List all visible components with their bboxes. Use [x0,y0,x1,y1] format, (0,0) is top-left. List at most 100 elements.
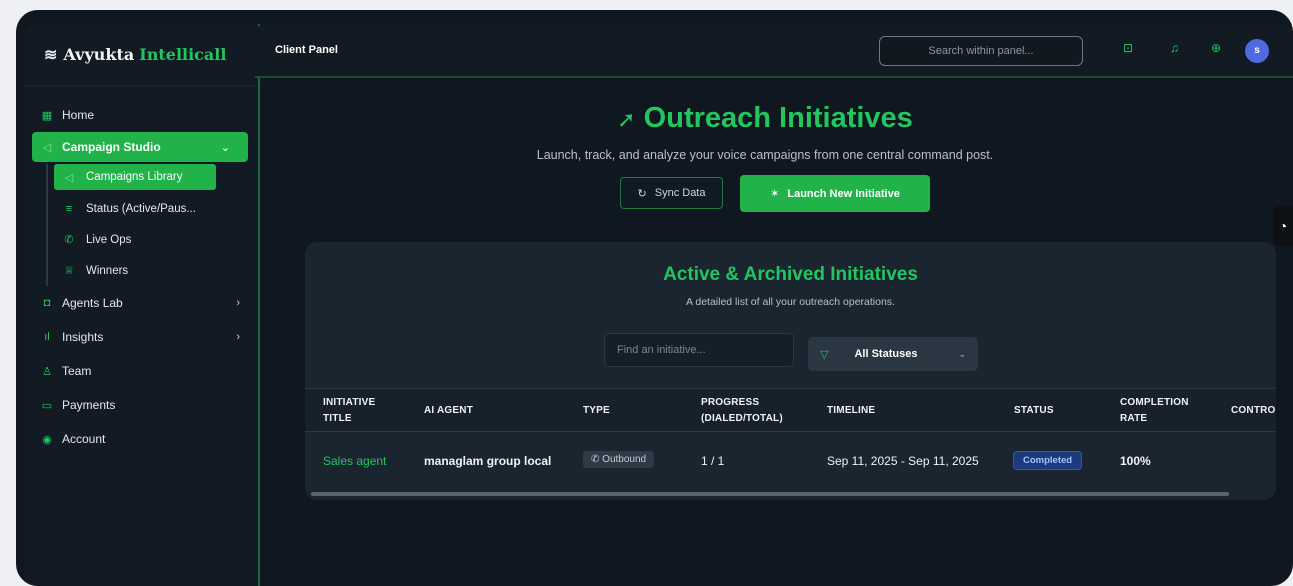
campaign-submenu: ◁ Campaigns Library ≡ Status (Active/Pau… [46,164,258,286]
sidebar-subitem-label: Status (Active/Paus... [86,202,196,215]
column-header-line: INITIATIVE [323,397,376,408]
brand-name-accent: Intellicall [139,45,227,64]
avatar[interactable]: s [1245,39,1269,63]
trophy-icon: ♕ [64,265,74,277]
sidebar-item-label: Insights [62,330,104,344]
megaphone-icon: ◁ [42,141,52,154]
timeline-cell: Sep 11, 2025 - Sep 11, 2025 [827,454,979,468]
initiative-title-link[interactable]: Sales agent [323,454,386,468]
sidebar-item-label: Team [62,364,92,378]
sidebar-subitem-live-ops[interactable]: ✆ Live Ops [48,224,258,255]
chevron-right-icon: › [236,331,240,343]
app-frame: ≋ Avyukta Intellicall ▦ Home ◁ Campaign … [16,10,1293,586]
status-badge: Completed [1013,451,1083,470]
sidebar-subitem-label: Live Ops [86,233,132,246]
users-icon: ♙ [42,365,52,378]
export-icon[interactable]: ⊡ [1123,41,1133,55]
rocket-icon: ➚ [617,107,636,132]
brand-logo[interactable]: ≋ Avyukta Intellicall [24,24,258,86]
column-header-title[interactable]: INITIATIVE TITLE [323,395,375,427]
grid-icon: ▦ [41,109,53,122]
launch-button-label: Launch New Initiative [787,187,900,200]
column-header-progress[interactable]: PROGRESS (DIALED/TOTAL) [701,395,783,427]
table-row[interactable]: Sales agent managlam group local ✆ Outbo… [305,434,1276,490]
sidebar-item-team[interactable]: ♙ Team [24,354,258,388]
logo-icon: ≋ [44,45,58,64]
refresh-icon: ↻ [637,187,647,200]
globe-icon[interactable]: ⊕ [1211,41,1221,55]
column-header-status[interactable]: STATUS [1014,403,1054,419]
user-circle-icon: ◉ [42,433,52,446]
column-header-line: STATUS [1014,405,1054,416]
sidebar-item-insights[interactable]: ıl Insights › [24,320,258,354]
sidebar-item-label: Payments [62,398,116,412]
sidebar-item-label: Home [62,108,95,122]
page-title: Client Panel [275,44,338,56]
type-badge-label: Outbound [602,454,647,465]
launch-initiative-button[interactable]: ✶ Launch New Initiative [740,175,930,212]
column-header-line: CONTRO [1231,405,1276,416]
sidebar-item-label: Agents Lab [62,296,123,310]
filter-lines-icon: ≡ [65,202,73,215]
completion-rate-cell: 100% [1120,454,1151,468]
bell-icon[interactable]: ♫ [1170,41,1179,55]
table-header: INITIATIVE TITLE AI AGENT TYPE PROGRESS … [305,388,1276,432]
hero-heading: ➚ Outreach Initiatives [255,102,1275,135]
magic-wand-icon: ✶ [770,188,780,200]
megaphone-icon: ◁ [64,171,74,184]
main-content: ➚ Outreach Initiatives Launch, track, an… [255,80,1293,586]
sidebar-item-agents-lab[interactable]: ◘ Agents Lab › [24,286,258,320]
sync-button-label: Sync Data [654,187,706,199]
sidebar-item-campaign-studio[interactable]: ◁ Campaign Studio ⌄ [32,132,248,162]
clock-icon: ◔ [1278,218,1288,234]
sidebar-item-home[interactable]: ▦ Home [24,98,258,132]
bar-chart-icon: ıl [44,331,50,343]
column-header-line: TITLE [323,413,352,424]
sidebar-subitem-status[interactable]: ≡ Status (Active/Paus... [48,193,258,224]
column-header-line: COMPLETION [1120,397,1189,408]
bot-icon: ◘ [43,297,51,309]
horizontal-scrollbar[interactable] [311,492,1229,496]
initiatives-card: Active & Archived Initiatives A detailed… [305,242,1276,500]
column-header-timeline[interactable]: TIMELINE [827,403,875,419]
sidebar: ≋ Avyukta Intellicall ▦ Home ◁ Campaign … [24,24,260,586]
column-header-type[interactable]: TYPE [583,403,610,419]
column-header-agent[interactable]: AI AGENT [424,403,473,419]
sidebar-item-account[interactable]: ◉ Account [24,422,258,456]
column-header-line: TIMELINE [827,405,876,416]
sync-data-button[interactable]: ↻ Sync Data [620,177,723,209]
sidebar-nav: ▦ Home ◁ Campaign Studio ⌄ ◁ Campaigns L… [24,86,258,456]
column-header-line: (DIALED/TOTAL) [701,413,783,424]
column-header-line: TYPE [583,405,610,416]
side-widget-tab[interactable]: ◔ [1273,206,1293,246]
panel-search-input[interactable]: Search within panel... [879,36,1083,66]
phone-icon: ✆ [64,234,74,246]
credit-card-icon: ▭ [41,399,53,412]
chevron-down-icon: ⌄ [220,141,230,154]
hero-title: Outreach Initiatives [643,102,913,134]
sidebar-subitem-label: Winners [86,264,129,277]
column-header-completion[interactable]: COMPLETION RATE [1120,395,1189,427]
card-subtitle: A detailed list of all your outreach ope… [686,296,895,308]
status-filter-select[interactable]: ▽ All Statuses ⌄ [808,337,978,371]
sidebar-subitem-campaigns-library[interactable]: ◁ Campaigns Library [54,164,216,190]
ai-agent-cell: managlam group local [424,454,552,468]
column-header-line: PROGRESS [701,397,760,408]
column-header-controls[interactable]: CONTRO [1231,403,1276,419]
sidebar-item-payments[interactable]: ▭ Payments [24,388,258,422]
sidebar-item-label: Campaign Studio [62,140,161,154]
initiative-search-input[interactable]: Find an initiative... [604,333,794,367]
column-header-line: RATE [1120,413,1148,424]
sidebar-item-label: Account [62,432,106,446]
sidebar-subitem-winners[interactable]: ♕ Winners [48,255,258,286]
progress-cell: 1 / 1 [701,454,725,468]
top-bar: Client Panel Search within panel... ⊡ ♫ … [255,24,1293,78]
phone-outgoing-icon: ✆ [591,454,600,465]
chevron-right-icon: › [236,297,240,309]
filter-icon: ▽ [820,348,829,361]
card-title: Active & Archived Initiatives [663,264,918,285]
column-header-line: AI AGENT [424,405,474,416]
chevron-down-icon: ⌄ [958,348,966,359]
type-badge: ✆ Outbound [583,451,655,468]
brand-name: Avyukta [63,45,135,64]
